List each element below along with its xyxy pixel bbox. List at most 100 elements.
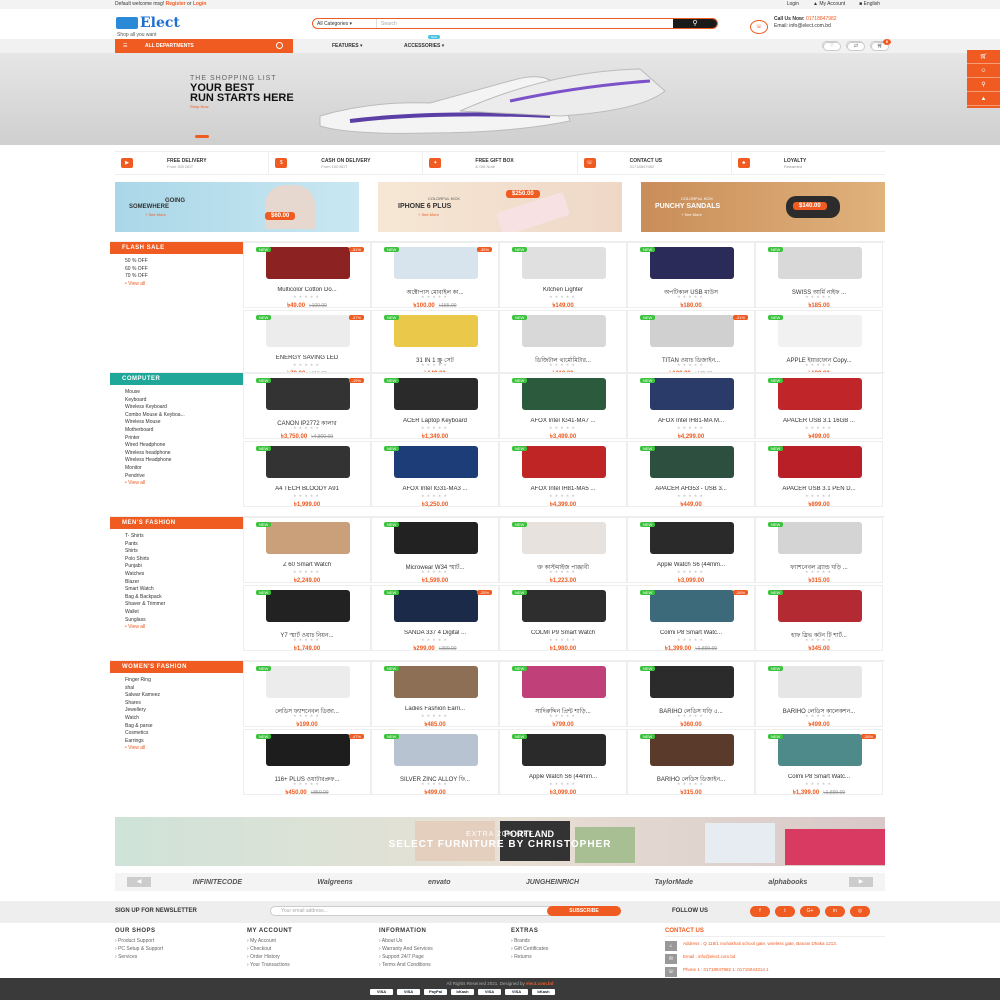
phone-number[interactable]: 01718847982 [806,16,837,22]
product-name[interactable]: ACER Laptop Keyboard [378,418,492,424]
product-image[interactable] [266,315,350,347]
category-link[interactable]: Pendrive [125,473,228,481]
next-arrow-icon[interactable]: ▶ [849,877,873,887]
product-image[interactable] [266,522,350,554]
product-name[interactable]: Apple Watch S6 (44mm... [506,774,620,780]
category-link[interactable]: Watch [125,715,228,723]
product-image[interactable] [778,522,862,554]
register-link[interactable]: Register [166,1,186,7]
arrow-up-icon[interactable]: ▲ [967,92,1000,106]
product-card[interactable]: NEW COLMI P9 Smart Watch ★★★★★ ৳1,980.00 [499,585,627,652]
product-card[interactable]: NEW হাফ স্লিভ কটন টি শার্ট... ★★★★★ ৳345… [755,585,883,652]
category-link[interactable]: Polo Shirts [125,556,228,564]
product-card[interactable]: NEW BARIHO লেডিস ডিজাইন... ★★★★★ ৳315.00 [627,729,755,796]
product-card[interactable]: NEW ক্ত কাস্টমাইজ পাঞ্জাবী ★★★★★ ৳1,223.… [499,517,627,584]
product-card[interactable]: NEW BARIHO লেডিস কালেকশন... ★★★★★ ৳499.0… [755,661,883,728]
brand-logo[interactable]: TaylorMade [654,879,693,886]
category-link[interactable]: Bag & Backpack [125,594,228,602]
search-button[interactable]: ⚲ [673,19,717,28]
category-link[interactable]: Keyboard [125,397,228,405]
category-link[interactable]: Bag & parse [125,723,228,731]
slider-dot[interactable] [195,135,209,138]
product-name[interactable]: APACER USB 3.1 PEN D... [762,486,876,492]
footer-link[interactable]: › About Us [379,937,509,945]
header-email[interactable]: Email: info@elect.com.bd [774,23,831,29]
product-image[interactable] [778,315,862,347]
footer-link[interactable]: › Support 24/7 Page [379,953,509,961]
footer-email[interactable]: ✉ Email : info@elect.com.bd [665,954,885,967]
twitter-icon[interactable]: t [775,906,795,917]
product-card[interactable]: NEW -47% 116+ PLUS ওয়াটারপ্রুফ... ★★★★★… [243,729,371,796]
cart-button[interactable]: 🛒︎ 0 [870,39,891,51]
logo[interactable]: Elect Shop all you want [116,15,236,39]
product-name[interactable]: Kitchen Lighter [506,287,620,293]
category-link[interactable]: Pants [125,541,228,549]
category-link[interactable]: Cosmetics [125,730,228,738]
product-card[interactable]: NEW Z 60 Smart Watch ★★★★★ ৳2,249.00 [243,517,371,584]
product-image[interactable] [266,446,350,478]
product-image[interactable] [522,315,606,347]
category-link[interactable]: Shirts [125,548,228,556]
product-image[interactable] [394,446,478,478]
product-card[interactable]: NEW Kitchen Lighter ★★★★★ ৳149.00 [499,242,627,309]
product-card[interactable]: NEW -25% SANDA 337 4 Digital ... ★★★★★ ৳… [371,585,499,652]
product-image[interactable] [778,590,862,622]
product-image[interactable] [394,315,478,347]
category-link[interactable]: shal [125,685,228,693]
nav-accessories[interactable]: ACCESSORIES ▾ [404,43,444,49]
product-image[interactable] [266,378,350,410]
google-plus-icon[interactable]: G+ [800,906,820,917]
wishlist-button[interactable]: ♡ [822,41,841,51]
view-all-link[interactable]: • View all [125,281,228,289]
product-card[interactable]: NEW APACER USB 3.1 PEN D... ★★★★★ ৳899.0… [755,441,883,508]
all-departments-button[interactable]: ☰ ALL DEPARTMENTS [115,39,293,53]
category-link[interactable]: Finger Ring [125,677,228,685]
category-link[interactable]: Wireless Keyboard [125,404,228,412]
brand-logo[interactable]: Walgreens [317,879,352,886]
product-image[interactable] [394,734,478,766]
footer-link[interactable]: › Gift Certificates [511,945,641,953]
footer-link[interactable]: › Returns [511,953,641,961]
product-image[interactable] [394,666,478,698]
product-card[interactable]: NEW A4 TECH BLOODY A91 ★★★★★ ৳1,999.00 [243,441,371,508]
product-name[interactable]: Multicolor Cotton Do... [250,287,364,293]
product-card[interactable]: NEW SILVER ZINC ALLOY ফি... ★★★★★ ৳499.0… [371,729,499,796]
brand-logo[interactable]: envato [428,879,451,886]
rss-icon[interactable]: ◎ [850,906,870,917]
user-icon[interactable]: ☺ [967,64,1000,78]
subscribe-button[interactable]: SUBSCRIBE [547,906,621,916]
brand-logo[interactable]: JUNGHEINRICH [526,879,579,886]
product-image[interactable] [522,734,606,766]
language-select[interactable]: ■ English [859,1,880,7]
product-card[interactable]: NEW 31 IN 1 স্ক্রু সেট ★★★★★ ৳149.00 [371,310,499,377]
footer-link[interactable]: › Checkout [247,945,377,953]
product-name[interactable]: AFOX Intel IH81-MA M... [634,418,748,424]
category-link[interactable]: Wallet [125,609,228,617]
product-card[interactable]: NEW -51% Multicolor Cotton Do... ★★★★★ ৳… [243,242,371,309]
product-image[interactable] [778,666,862,698]
product-image[interactable] [522,666,606,698]
facebook-icon[interactable]: f [750,906,770,917]
category-link[interactable]: Punjabi [125,563,228,571]
product-card[interactable]: NEW Apple Watch S6 (44mm... ★★★★★ ৳3,099… [499,729,627,796]
product-image[interactable] [394,378,478,410]
my-account-link[interactable]: ▲ My Account [813,1,845,7]
product-card[interactable]: NEW AFOX Intel IH81-MA M... ★★★★★ ৳4,299… [627,373,755,440]
category-link[interactable]: Wireless headphone [125,450,228,458]
banner-sandals[interactable]: COLORFUL KICK PUNCHY SANDALS + See More … [641,182,885,232]
furniture-promo-banner[interactable]: PORTLAND EXTRA 20% OFF SELECT FURNITURE … [115,817,885,866]
product-image[interactable] [650,734,734,766]
category-link[interactable]: Monitor [125,465,228,473]
product-card[interactable]: NEW AFOX Intel IG41-MA7 ... ★★★★★ ৳3,499… [499,373,627,440]
product-image[interactable] [650,315,734,347]
category-link[interactable]: Shares [125,700,228,708]
product-card[interactable]: NEW -26% Colmi P8 Smart Watc... ★★★★★ ৳1… [627,585,755,652]
product-card[interactable]: NEW APACER AH353 - USB 3... ★★★★★ ৳449.0… [627,441,755,508]
product-card[interactable]: NEW -35% অক্টোপাস মোবাইল কা... ★★★★★ ৳10… [371,242,499,309]
product-card[interactable]: NEW Apple Watch S6 (44mm... ★★★★★ ৳3,099… [627,517,755,584]
footer-link[interactable]: › Terms And Conditions [379,961,509,969]
product-card[interactable]: NEW Ladies Fashion Earri... ★★★★★ ৳485.0… [371,661,499,728]
login-link[interactable]: Login [193,1,207,7]
product-name[interactable]: Apple Watch S6 (44mm... [634,562,748,568]
footer-link[interactable]: › Your Transactions [247,961,377,969]
